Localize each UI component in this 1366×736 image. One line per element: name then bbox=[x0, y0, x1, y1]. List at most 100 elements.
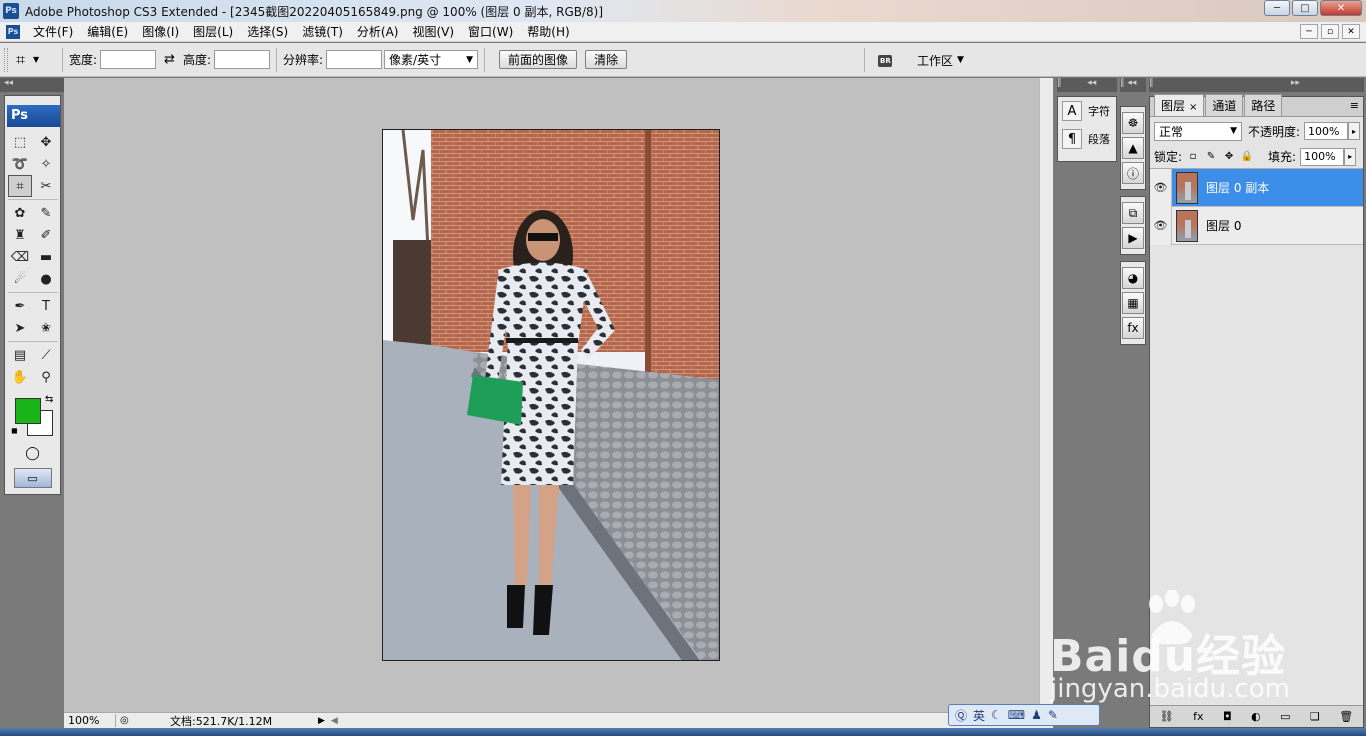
document-image[interactable] bbox=[382, 129, 720, 661]
tab-layers[interactable]: 图层 × bbox=[1154, 94, 1205, 116]
visibility-toggle[interactable]: 👁 bbox=[1150, 206, 1172, 245]
menu-analysis[interactable]: 分析(A) bbox=[350, 23, 406, 40]
zoom-tool-icon[interactable]: ⚲ bbox=[34, 366, 58, 388]
gradient-tool-icon[interactable]: ▬ bbox=[34, 246, 58, 268]
ime-keyboard-icon[interactable]: ⌨ bbox=[1008, 708, 1025, 722]
layer-style-icon[interactable]: fx bbox=[1193, 710, 1203, 723]
ime-logo-icon[interactable]: Ⓠ bbox=[955, 707, 967, 724]
lock-all-icon[interactable]: 🔒 bbox=[1240, 150, 1254, 164]
close-icon[interactable]: × bbox=[1189, 102, 1197, 113]
clone-stamp-tool-icon[interactable]: ♜ bbox=[8, 224, 32, 246]
icon-column-handle[interactable]: ‖ ◂◂ bbox=[1120, 78, 1146, 92]
scroll-left-icon[interactable]: ◀ bbox=[331, 716, 338, 726]
front-image-button[interactable]: 前面的图像 bbox=[499, 50, 578, 69]
maximize-button[interactable]: □ bbox=[1292, 0, 1318, 16]
status-arrow-icon[interactable]: ▶ bbox=[318, 716, 325, 726]
tool-preset-picker[interactable]: ⌗ ▼ bbox=[16, 50, 56, 70]
status-menu-icon[interactable]: ◎ bbox=[120, 715, 134, 726]
color-icon[interactable]: ◕ bbox=[1122, 267, 1144, 289]
ime-language-toggle[interactable]: 英 bbox=[973, 707, 985, 724]
paragraph-button[interactable]: ¶ 段落 bbox=[1058, 125, 1116, 153]
options-grip[interactable] bbox=[4, 47, 8, 72]
lock-position-icon[interactable]: ✥ bbox=[1222, 150, 1236, 164]
menu-select[interactable]: 选择(S) bbox=[240, 23, 295, 40]
navigator-icon[interactable]: ☸ bbox=[1122, 112, 1144, 134]
magic-wand-tool-icon[interactable]: ✧ bbox=[34, 153, 58, 175]
zoom-level[interactable]: 100% bbox=[64, 714, 116, 727]
history-brush-tool-icon[interactable]: ✐ bbox=[34, 224, 58, 246]
shape-tool-icon[interactable]: ✬ bbox=[34, 317, 58, 339]
adjustment-layer-icon[interactable]: ◐ bbox=[1251, 710, 1261, 723]
menu-help[interactable]: 帮助(H) bbox=[520, 23, 576, 40]
doc-close-button[interactable]: ✕ bbox=[1342, 24, 1360, 39]
styles-icon[interactable]: fx bbox=[1122, 317, 1144, 339]
height-input[interactable] bbox=[214, 50, 270, 69]
lasso-tool-icon[interactable]: ➰ bbox=[8, 153, 32, 175]
tab-channels[interactable]: 通道 bbox=[1205, 94, 1244, 116]
slice-tool-icon[interactable]: ✂ bbox=[34, 175, 58, 197]
resolution-input[interactable] bbox=[326, 50, 383, 69]
opacity-slider-icon[interactable]: ▸ bbox=[1348, 122, 1361, 140]
menu-layer[interactable]: 图层(L) bbox=[186, 23, 240, 40]
hand-tool-icon[interactable]: ✋ bbox=[8, 366, 32, 388]
new-group-icon[interactable]: ▭ bbox=[1280, 710, 1290, 723]
menu-edit[interactable]: 编辑(E) bbox=[80, 23, 135, 40]
tools-collapse-handle[interactable]: ◂◂ bbox=[0, 78, 64, 92]
clear-button[interactable]: 清除 bbox=[585, 50, 628, 69]
swap-colors-icon[interactable]: ⇆ bbox=[45, 394, 53, 405]
type-tool-icon[interactable]: T bbox=[34, 295, 58, 317]
fill-slider-icon[interactable]: ▸ bbox=[1344, 147, 1357, 166]
eraser-tool-icon[interactable]: ⌫ bbox=[8, 246, 32, 268]
menu-file[interactable]: 文件(F) bbox=[26, 23, 80, 40]
info-icon[interactable]: ⓘ bbox=[1122, 162, 1144, 184]
lock-transparency-icon[interactable]: ▫ bbox=[1186, 150, 1200, 164]
foreground-color-swatch[interactable] bbox=[15, 398, 41, 424]
ime-user-icon[interactable]: ♟ bbox=[1031, 708, 1042, 722]
character-collapse-handle[interactable]: ‖ ◂◂ bbox=[1057, 78, 1117, 92]
lock-image-icon[interactable]: ✎ bbox=[1204, 150, 1218, 164]
tab-paths[interactable]: 路径 bbox=[1244, 94, 1283, 116]
document-ps-icon[interactable]: Ps bbox=[6, 24, 20, 39]
move-tool-icon[interactable]: ✥ bbox=[34, 131, 58, 153]
marquee-tool-icon[interactable]: ⬚ bbox=[8, 131, 32, 153]
workspace-menu[interactable]: 工作区 ▼ bbox=[917, 52, 964, 69]
brush-tool-icon[interactable]: ✎ bbox=[34, 202, 58, 224]
menu-image[interactable]: 图像(I) bbox=[135, 23, 186, 40]
menu-view[interactable]: 视图(V) bbox=[405, 23, 461, 40]
new-layer-icon[interactable]: ❏ bbox=[1310, 710, 1320, 723]
close-button[interactable]: ✕ bbox=[1320, 0, 1362, 16]
actions-icon[interactable]: ▶ bbox=[1122, 227, 1144, 249]
width-input[interactable] bbox=[100, 50, 157, 69]
swap-dimensions-icon[interactable]: ⇄ bbox=[164, 52, 175, 67]
panel-menu-icon[interactable]: ≡ bbox=[1350, 99, 1359, 112]
histogram-icon[interactable]: ▲ bbox=[1122, 137, 1144, 159]
opacity-input[interactable]: 100% bbox=[1304, 122, 1349, 140]
layer-row[interactable]: 👁 图层 0 副本 bbox=[1150, 168, 1363, 207]
path-selection-tool-icon[interactable]: ➤ bbox=[8, 317, 32, 339]
crop-tool-icon[interactable]: ⌗ bbox=[8, 175, 32, 197]
visibility-toggle[interactable]: 👁 bbox=[1150, 168, 1172, 207]
notes-tool-icon[interactable]: ▤ bbox=[8, 344, 32, 366]
blur-tool-icon[interactable]: ☄ bbox=[8, 268, 32, 290]
vertical-scrollbar[interactable] bbox=[1039, 78, 1053, 712]
menu-filter[interactable]: 滤镜(T) bbox=[295, 23, 350, 40]
fill-input[interactable]: 100% bbox=[1300, 147, 1345, 166]
quick-mask-icon[interactable]: ◯ bbox=[21, 444, 45, 462]
swatches-icon[interactable]: ▦ bbox=[1122, 292, 1144, 314]
resolution-unit-select[interactable]: 像素/英寸 ▼ bbox=[384, 50, 479, 69]
healing-brush-tool-icon[interactable]: ✿ bbox=[8, 202, 32, 224]
eyedropper-tool-icon[interactable]: ⟋ bbox=[34, 344, 58, 366]
ps-logo[interactable]: Ps bbox=[7, 105, 60, 127]
dodge-tool-icon[interactable]: ● bbox=[34, 268, 58, 290]
link-layers-icon[interactable]: ⛓ bbox=[1160, 710, 1174, 723]
menu-window[interactable]: 窗口(W) bbox=[461, 23, 520, 40]
ime-settings-icon[interactable]: ✎ bbox=[1048, 708, 1058, 722]
doc-restore-button[interactable]: ▫ bbox=[1321, 24, 1339, 39]
history-icon[interactable]: ⧉ bbox=[1122, 202, 1144, 224]
layers-collapse-handle[interactable]: ‖ ▸▸ bbox=[1149, 78, 1364, 92]
character-button[interactable]: A 字符 bbox=[1058, 97, 1116, 125]
trash-icon[interactable]: 🗑 bbox=[1339, 710, 1353, 723]
ime-moon-icon[interactable]: ☾ bbox=[991, 708, 1002, 722]
minimize-button[interactable]: ─ bbox=[1264, 0, 1290, 16]
layer-mask-icon[interactable]: ◘ bbox=[1223, 710, 1232, 723]
